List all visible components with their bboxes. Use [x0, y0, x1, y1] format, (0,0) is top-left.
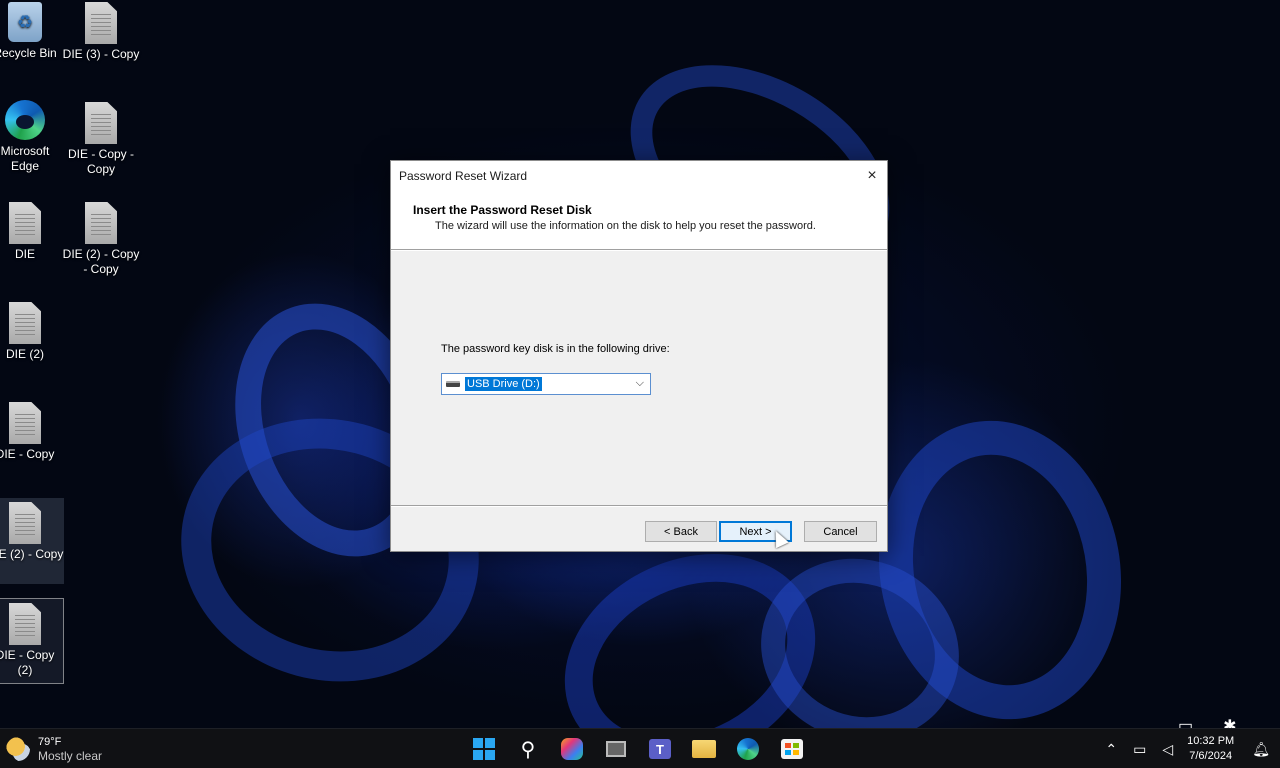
- dialog-title: Password Reset Wizard: [399, 169, 528, 183]
- desktop-icon-label: DIE (2) - Copy - Copy: [62, 247, 140, 276]
- desktop-icon-edge[interactable]: Microsoft Edge: [0, 100, 64, 174]
- store-icon[interactable]: [776, 733, 808, 765]
- edge-icon: [5, 100, 45, 140]
- wizard-heading: Insert the Password Reset Disk: [413, 203, 592, 217]
- document-icon: [85, 102, 117, 144]
- wizard-body: The password key disk is in the followin…: [391, 250, 887, 505]
- wizard-subheading: The wizard will use the information on t…: [435, 220, 816, 232]
- taskbar-apps: ⚲ T: [468, 733, 808, 765]
- desktop-icon-label: DIE: [14, 247, 35, 261]
- clock-time: 10:32 PM: [1187, 735, 1235, 747]
- desktop-icon-file[interactable]: DIE (2) - Copy - Copy: [62, 202, 140, 277]
- document-icon: [85, 2, 117, 44]
- notification-bell-icon[interactable]: 🔔︎: [1252, 741, 1270, 758]
- desktop-icon-recycle-bin[interactable]: ♻ Recycle Bin: [0, 2, 64, 61]
- document-icon: [9, 202, 41, 244]
- document-icon: [9, 502, 41, 544]
- cancel-button[interactable]: Cancel: [804, 521, 877, 542]
- document-icon: [9, 402, 41, 444]
- desktop-icon-file[interactable]: DIE - Copy - Copy: [62, 102, 140, 177]
- chevron-up-icon[interactable]: ⌃: [1105, 741, 1117, 758]
- file-explorer-icon[interactable]: [688, 733, 720, 765]
- copilot-icon[interactable]: [556, 733, 588, 765]
- system-tray: ⌃ ▭ ◁ 10:32 PM 7/6/2024 🔔︎: [1097, 729, 1280, 768]
- desktop-icon-file[interactable]: DIE - Copy (2): [0, 598, 64, 684]
- desktop-icon-file[interactable]: DIE (2): [0, 302, 64, 362]
- desktop-icon-label: DIE - Copy: [0, 447, 55, 461]
- windows-logo-icon: [473, 738, 495, 760]
- document-icon: [9, 603, 41, 645]
- password-reset-wizard-dialog: Password Reset Wizard × Insert the Passw…: [390, 160, 888, 552]
- document-icon: [9, 302, 41, 344]
- desktop-icon-file[interactable]: DIE (3) - Copy: [62, 2, 140, 62]
- desktop-icon-label: DIE (3) - Copy: [62, 47, 140, 61]
- wizard-footer: < Back Next > Cancel: [391, 505, 887, 551]
- search-icon[interactable]: ⚲: [512, 733, 544, 765]
- weather-condition: Mostly clear: [38, 749, 103, 763]
- weather-temperature: 79°F: [38, 736, 62, 748]
- drive-selected-value: USB Drive (D:): [465, 377, 542, 391]
- desktop-icon-file[interactable]: DIE - Copy: [0, 402, 64, 462]
- desktop-icon-label: DIE - Copy - Copy: [67, 147, 134, 176]
- desktop-icon-label: DIE (2) - Copy: [0, 547, 64, 561]
- task-view-icon[interactable]: [600, 733, 632, 765]
- recycle-bin-icon: ♻: [8, 2, 42, 42]
- drive-label: The password key disk is in the followin…: [441, 343, 670, 355]
- desktop-icon-label: DIE - Copy (2): [0, 648, 55, 677]
- drive-dropdown[interactable]: USB Drive (D:) ⌵: [441, 373, 651, 395]
- moon-cloud-icon: [6, 737, 30, 761]
- start-button[interactable]: [468, 733, 500, 765]
- edge-icon[interactable]: [732, 733, 764, 765]
- wizard-header: Insert the Password Reset Disk The wizar…: [391, 191, 887, 250]
- clock[interactable]: 10:32 PM 7/6/2024: [1187, 734, 1234, 764]
- taskbar: 79°F Mostly clear ⚲ T ⌃ ▭ ◁ 10:32 PM 7/6…: [0, 728, 1280, 768]
- chevron-down-icon[interactable]: ⌵: [636, 377, 644, 390]
- usb-drive-icon: [446, 381, 460, 387]
- close-icon[interactable]: ×: [857, 161, 887, 191]
- desktop-icon-label: Recycle Bin: [0, 46, 57, 60]
- dialog-titlebar[interactable]: Password Reset Wizard ×: [391, 161, 887, 191]
- document-icon: [85, 202, 117, 244]
- network-icon[interactable]: ▭: [1133, 741, 1146, 758]
- desktop-icon-label: DIE (2): [5, 347, 44, 361]
- back-button[interactable]: < Back: [645, 521, 717, 542]
- desktop-icon-file[interactable]: DIE (2) - Copy: [0, 498, 64, 584]
- weather-text: 79°F Mostly clear: [38, 735, 102, 763]
- sound-icon[interactable]: ◁: [1162, 741, 1173, 758]
- desktop-icon-label: Microsoft Edge: [0, 144, 50, 173]
- clock-date: 7/6/2024: [1189, 750, 1233, 762]
- teams-icon[interactable]: T: [644, 733, 676, 765]
- weather-widget[interactable]: 79°F Mostly clear: [6, 735, 102, 763]
- desktop-icon-file[interactable]: DIE: [0, 202, 64, 262]
